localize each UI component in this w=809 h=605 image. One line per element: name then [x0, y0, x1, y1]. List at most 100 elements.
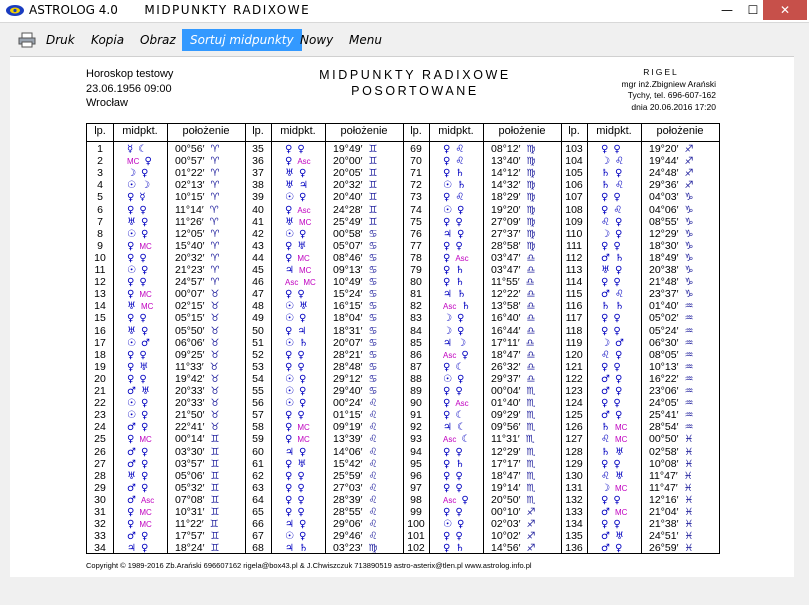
row-number: 107 [565, 191, 583, 204]
degree-text: 21°04′ [649, 506, 679, 518]
planet-glyph: ♀ [127, 507, 135, 518]
degree-text: 03°47′ [491, 251, 521, 264]
close-button[interactable]: ✕ [763, 0, 807, 20]
row-number: 44 [252, 251, 264, 264]
midpoint-pair: ♀ ♀ [285, 361, 305, 373]
planet-glyph: ♀ [613, 240, 621, 252]
position-value: 13°58′ ♎ [491, 300, 536, 312]
planet-glyph: MC [127, 157, 140, 167]
degree-text: 20°40′ [333, 191, 363, 204]
position-value: 09°19′ ♌ [333, 421, 378, 433]
menu-menu[interactable]: Menu [349, 29, 382, 51]
row-number: 22 [94, 397, 106, 410]
planet-glyph: ♄ [601, 446, 610, 458]
horoscope-info: Horoskop testowy 23.06.1956 09:00 Wrocła… [86, 67, 173, 111]
zodiac-sign-icon: ♉ [209, 361, 219, 373]
zodiac-sign-icon: ♐ [526, 507, 536, 518]
position-value: 05°06′ ♊ [175, 470, 220, 482]
position-value: 05°07′ ♋ [333, 240, 378, 252]
row-number: 41 [252, 215, 264, 228]
planet-glyph: ☉ [285, 228, 294, 240]
menu-sortuj-midpunkty[interactable]: Sortuj midpunkty [182, 29, 302, 51]
planet-glyph: ♅ [614, 446, 624, 458]
midpoint-pair: Asc MC [285, 276, 316, 288]
maximize-button[interactable]: ☐ [741, 0, 765, 20]
midpoint-pair: ♂ ♀ [601, 542, 622, 554]
planet-glyph: ☉ [127, 228, 136, 240]
row-number: 126 [565, 421, 583, 434]
row-number: 101 [407, 530, 425, 543]
planet-glyph: ♀ [443, 168, 451, 180]
planet-glyph: ♂ [127, 422, 136, 434]
planet-glyph: ♀ [613, 192, 621, 204]
menu-druk[interactable]: Druk [46, 29, 75, 51]
midpoint-pair: ♄ ♅ [601, 446, 624, 458]
planet-glyph: ♀ [140, 482, 149, 494]
zodiac-sign-icon: ♊ [210, 482, 220, 494]
row-number: 78 [410, 251, 422, 264]
degree-text: 11°14′ [175, 203, 204, 216]
row-number: 23 [94, 409, 106, 422]
planet-glyph: ♀ [614, 168, 623, 180]
row-number: 14 [94, 300, 106, 313]
position-value: 07°08′ ♊ [175, 494, 220, 506]
menu-kopia[interactable]: Kopia [91, 29, 124, 51]
degree-text: 28°39′ [333, 493, 363, 506]
midpoint-pair: ♄ ♄ [601, 300, 624, 312]
minimize-button[interactable]: — [715, 0, 739, 20]
planet-glyph: ☿ [139, 192, 146, 204]
zodiac-sign-icon: ♏ [526, 446, 536, 458]
midpoint-pair: ☉ ♀ [443, 204, 464, 216]
midpoint-pair: ♀ ♃ [285, 325, 306, 337]
planet-glyph: MC [139, 290, 152, 300]
zodiac-sign-icon: ♉ [210, 313, 220, 325]
degree-text: 24°57′ [175, 276, 205, 289]
menu-obraz[interactable]: Obraz [140, 29, 176, 51]
zodiac-sign-icon: ♒ [684, 422, 694, 434]
midpoint-pair: ♀ ♀ [601, 312, 621, 324]
position-value: 25°59′ ♌ [333, 470, 378, 482]
midpoint-pair: ☽ ♀ [601, 228, 622, 240]
row-number: 64 [252, 493, 264, 506]
row-number: 70 [410, 155, 422, 168]
printer-icon[interactable] [18, 32, 36, 48]
zodiac-sign-icon: ♏ [526, 482, 536, 494]
planet-glyph: ♀ [127, 349, 135, 361]
planet-glyph: ♀ [613, 144, 621, 155]
planet-glyph: ♀ [443, 543, 451, 555]
midpoint-pair: ♀ ♀ [127, 204, 147, 216]
row-number: 20 [94, 372, 106, 385]
zodiac-sign-icon: ♋ [368, 265, 378, 276]
menu-nowy[interactable]: Nowy [300, 29, 333, 51]
row-number: 80 [410, 276, 422, 289]
position-value: 20°50′ ♏ [491, 494, 536, 506]
planet-glyph: ♄ [601, 301, 610, 313]
position-value: 11°14′ ♈ [175, 204, 219, 216]
planet-glyph: ♄ [455, 168, 465, 180]
zodiac-sign-icon: ♊ [368, 216, 378, 228]
position-value: 21°04′ ♓ [649, 506, 694, 518]
zodiac-sign-icon: ♏ [526, 386, 536, 397]
row-number: 132 [565, 493, 583, 506]
planet-glyph: ♀ [601, 204, 609, 216]
position-value: 20°33′ ♉ [175, 385, 220, 397]
zodiac-sign-icon: ♌ [368, 422, 378, 434]
midpoint-pair: ☽ ♂ [601, 337, 624, 349]
zodiac-sign-icon: ♉ [210, 410, 220, 422]
planet-glyph: ♀ [455, 216, 463, 228]
midpoint-pair: ♄ ♌ [601, 179, 624, 191]
degree-text: 11°47′ [649, 481, 678, 494]
degree-text: 20°33′ [175, 397, 205, 410]
planet-glyph: ♄ [614, 252, 624, 264]
midpoint-pair: ♂ ♀ [127, 446, 148, 458]
planet-glyph: ♅ [127, 301, 136, 313]
degree-text: 03°47′ [491, 264, 521, 276]
zodiac-sign-icon: ♍ [526, 180, 536, 192]
midpoint-pair: ♀ ♀ [127, 373, 147, 385]
author-phone: Tychy, tel. 696-607-162 [627, 90, 716, 100]
planet-glyph: ♀ [139, 252, 147, 264]
position-value: 11°33′ ♉ [175, 361, 219, 373]
row-number: 27 [94, 457, 106, 470]
degree-text: 05°02′ [649, 312, 679, 325]
midpoint-pair: ♅ MC [285, 216, 311, 228]
